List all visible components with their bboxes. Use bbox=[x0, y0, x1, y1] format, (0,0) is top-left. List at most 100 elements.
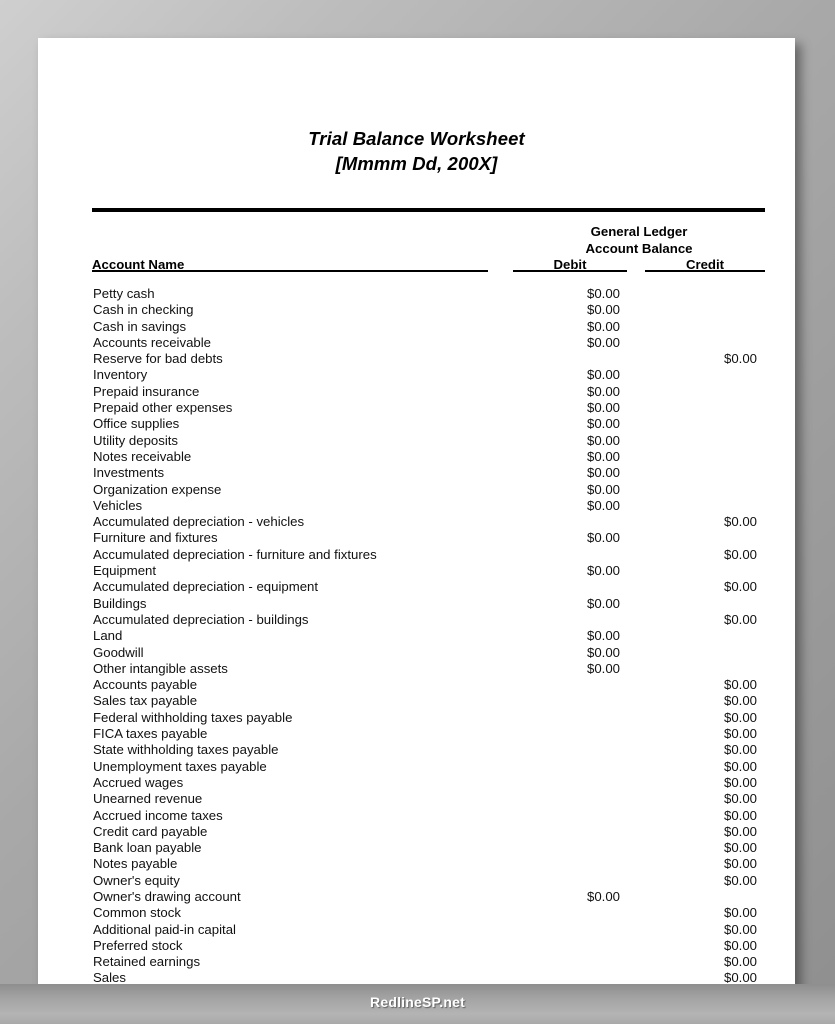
account-name-cell: Accumulated depreciation - equipment bbox=[93, 579, 319, 595]
account-name-cell: Common stock bbox=[93, 905, 181, 921]
account-column-rule bbox=[92, 270, 488, 272]
account-name-cell: Furniture and fixtures bbox=[93, 530, 218, 546]
account-name-cell: Other intangible assets bbox=[93, 660, 228, 676]
table-row: Retained earnings $0.00 bbox=[38, 954, 795, 970]
debit-amount-cell: $0.00 bbox=[586, 644, 620, 660]
title-divider bbox=[92, 208, 765, 212]
debit-amount-cell: $0.00 bbox=[586, 334, 620, 350]
table-row: Accounts payable $0.00 bbox=[38, 677, 795, 693]
table-row: Common stock $0.00 bbox=[38, 905, 795, 921]
account-name-cell: Cash in checking bbox=[93, 302, 194, 318]
footer-watermark-bar: RedlineSP.net bbox=[0, 984, 835, 1024]
credit-amount-cell: $0.00 bbox=[723, 758, 757, 774]
table-row: Sales tax payable $0.00 bbox=[38, 693, 795, 709]
account-name-cell: Prepaid insurance bbox=[93, 383, 200, 399]
debit-amount-cell: $0.00 bbox=[586, 595, 620, 611]
table-row: Accounts receivable $0.00 bbox=[38, 335, 795, 351]
debit-amount-cell: $0.00 bbox=[586, 302, 620, 318]
credit-amount-cell: $0.00 bbox=[723, 709, 757, 725]
debit-amount-cell: $0.00 bbox=[586, 481, 620, 497]
table-row: Reserve for bad debts $0.00 bbox=[38, 351, 795, 367]
general-ledger-caption-line1: General Ledger bbox=[590, 224, 688, 239]
credit-amount-cell: $0.00 bbox=[723, 840, 757, 856]
table-body: Petty cash $0.00 Cash in checking $0.00 Cash… bbox=[38, 286, 795, 987]
table-row: Goodwill $0.00 bbox=[38, 645, 795, 661]
document-sheet: Trial Balance Worksheet [Mmmm Dd, 200X] … bbox=[38, 38, 795, 985]
table-row: Preferred stock $0.00 bbox=[38, 938, 795, 954]
debit-amount-cell: $0.00 bbox=[586, 286, 620, 301]
debit-amount-cell: $0.00 bbox=[586, 563, 620, 579]
credit-amount-cell: $0.00 bbox=[723, 905, 757, 921]
account-name-cell: Additional paid-in capital bbox=[93, 921, 236, 937]
table-row: Accumulated depreciation - vehicles $0.00 bbox=[38, 514, 795, 530]
debit-amount-cell: $0.00 bbox=[586, 465, 620, 481]
account-name-cell: Preferred stock bbox=[93, 937, 183, 953]
account-name-cell: Notes payable bbox=[93, 856, 178, 872]
account-name-cell: Investments bbox=[93, 465, 165, 481]
table-row: Organization expense $0.00 bbox=[38, 482, 795, 498]
account-name-cell: FICA taxes payable bbox=[93, 726, 208, 742]
general-ledger-caption-line2: Account Balance bbox=[585, 240, 693, 256]
debit-amount-cell: $0.00 bbox=[586, 318, 620, 334]
account-name-cell: Equipment bbox=[93, 563, 157, 579]
table-row: Furniture and fixtures $0.00 bbox=[38, 530, 795, 546]
table-row: Federal withholding taxes payable $0.00 bbox=[38, 710, 795, 726]
debit-amount-cell: $0.00 bbox=[586, 888, 620, 904]
credit-amount-cell: $0.00 bbox=[723, 514, 757, 530]
debit-amount-cell: $0.00 bbox=[586, 416, 620, 432]
table-row: FICA taxes payable $0.00 bbox=[38, 726, 795, 742]
table-row: Unemployment taxes payable $0.00 bbox=[38, 759, 795, 775]
credit-amount-cell: $0.00 bbox=[723, 791, 757, 807]
credit-column-rule bbox=[645, 270, 765, 272]
credit-amount-cell: $0.00 bbox=[723, 546, 757, 562]
account-name-cell: Goodwill bbox=[93, 644, 144, 660]
table-row: Owner's equity $0.00 bbox=[38, 873, 795, 889]
table-row: Accumulated depreciation - equipment $0.0… bbox=[38, 579, 795, 595]
table-row: Accrued income taxes $0.00 bbox=[38, 808, 795, 824]
table-row: Accumulated depreciation - furniture and… bbox=[38, 547, 795, 563]
debit-amount-cell: $0.00 bbox=[586, 530, 620, 546]
table-row: Land $0.00 bbox=[38, 628, 795, 644]
debit-amount-cell: $0.00 bbox=[586, 660, 620, 676]
account-name-cell: Accumulated depreciation - furniture and… bbox=[93, 546, 377, 562]
table-row: Additional paid-in capital $0.00 bbox=[38, 922, 795, 938]
account-name-cell: Accumulated depreciation - vehicles bbox=[93, 514, 305, 530]
table-row: Accumulated depreciation - buildings $0.0… bbox=[38, 612, 795, 628]
account-name-cell: Accrued wages bbox=[93, 774, 184, 790]
account-name-cell: Buildings bbox=[93, 595, 147, 611]
credit-amount-cell: $0.00 bbox=[723, 693, 757, 709]
credit-amount-cell: $0.00 bbox=[723, 856, 757, 872]
debit-amount-cell: $0.00 bbox=[586, 432, 620, 448]
account-name-cell: Unemployment taxes payable bbox=[93, 758, 267, 774]
credit-amount-cell: $0.00 bbox=[723, 823, 757, 839]
account-name-cell: Land bbox=[93, 628, 123, 644]
account-name-cell: Sales tax payable bbox=[93, 693, 198, 709]
table-row: Credit card payable $0.00 bbox=[38, 824, 795, 840]
table-row: Bank loan payable $0.00 bbox=[38, 840, 795, 856]
account-name-cell: Owner's equity bbox=[93, 872, 180, 888]
table-row: Office supplies $0.00 bbox=[38, 416, 795, 432]
credit-amount-cell: $0.00 bbox=[723, 351, 757, 367]
credit-amount-cell: $0.00 bbox=[723, 872, 757, 888]
account-name-cell: State withholding taxes payable bbox=[93, 742, 279, 758]
account-name-cell: Credit card payable bbox=[93, 823, 208, 839]
account-name-cell: Unearned revenue bbox=[93, 791, 203, 807]
account-name-cell: Accounts receivable bbox=[93, 334, 212, 350]
table-row: Cash in savings $0.00 bbox=[38, 319, 795, 335]
page-subtitle: [Mmmm Dd, 200X] bbox=[335, 153, 498, 174]
account-name-cell: Federal withholding taxes payable bbox=[93, 709, 293, 725]
debit-amount-cell: $0.00 bbox=[586, 400, 620, 416]
account-name-cell: Owner's drawing account bbox=[93, 888, 241, 904]
account-name-cell: Office supplies bbox=[93, 416, 180, 432]
table-row: Unearned revenue $0.00 bbox=[38, 791, 795, 807]
table-header: General Ledger Account Balance Account N… bbox=[38, 224, 795, 272]
table-row: Accrued wages $0.00 bbox=[38, 775, 795, 791]
document-page: Trial Balance Worksheet [Mmmm Dd, 200X] … bbox=[38, 38, 795, 998]
debit-amount-cell: $0.00 bbox=[586, 448, 620, 464]
account-name-cell: Accumulated depreciation - buildings bbox=[93, 611, 309, 627]
account-name-cell: Notes receivable bbox=[93, 448, 192, 464]
table-row: Inventory $0.00 bbox=[38, 367, 795, 383]
credit-amount-cell: $0.00 bbox=[723, 611, 757, 627]
credit-amount-cell: $0.00 bbox=[723, 742, 757, 758]
account-name-cell: Organization expense bbox=[93, 481, 222, 497]
